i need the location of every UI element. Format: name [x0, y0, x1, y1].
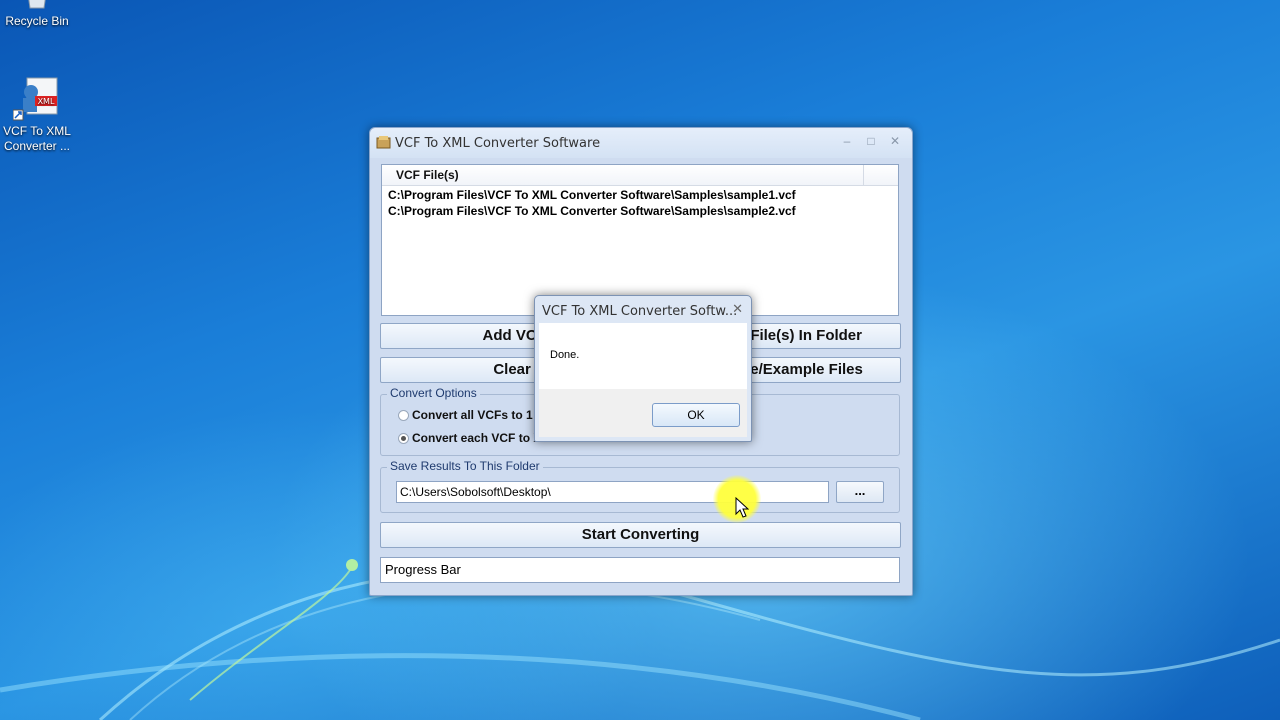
vcf-xml-app-icon: XML [13, 77, 58, 121]
mouse-pointer-icon [735, 497, 749, 518]
minimize-button[interactable]: – [836, 132, 858, 150]
convert-options-legend: Convert Options [387, 386, 480, 400]
desktop-icon-vcf-to-xml[interactable]: XML VCF To XML Converter ... [0, 76, 74, 154]
maximize-button[interactable]: □ [860, 132, 882, 150]
vcf-icon-label-line1: VCF To XML [3, 124, 71, 138]
column-separator [863, 165, 864, 185]
vcf-icon-label-line2: Converter ... [3, 139, 71, 153]
dialog-title: VCF To XML Converter Softw... [542, 304, 738, 319]
window-title: VCF To XML Converter Software [395, 136, 601, 151]
radio-convert-each[interactable] [398, 433, 409, 444]
dialog-body: Done. [539, 323, 747, 389]
list-item[interactable]: C:\Program Files\VCF To XML Converter So… [388, 188, 796, 202]
dialog-message: Done. [550, 349, 580, 361]
progress-bar: Progress Bar [380, 557, 900, 583]
recycle-bin-icon [28, 0, 46, 9]
output-folder-input[interactable]: C:\Users\Sobolsoft\Desktop\ [396, 481, 829, 503]
svg-text:XML: XML [38, 97, 55, 106]
recycle-bin-label: Recycle Bin [5, 14, 69, 28]
done-dialog: VCF To XML Converter Softw... ✕ Done. OK [534, 295, 752, 442]
browse-folder-button[interactable]: ... [836, 481, 884, 503]
radio-label-convert-each[interactable]: Convert each VCF to X [412, 431, 541, 445]
file-list-header[interactable]: VCF File(s) [382, 165, 898, 186]
save-results-legend: Save Results To This Folder [387, 459, 543, 473]
close-button[interactable]: ✕ [884, 132, 906, 150]
radio-convert-all-to-one[interactable] [398, 410, 409, 421]
window-titlebar[interactable]: VCF To XML Converter Software – □ ✕ [370, 128, 912, 158]
dialog-close-icon[interactable]: ✕ [732, 301, 743, 317]
vcf-file-list[interactable]: VCF File(s) C:\Program Files\VCF To XML … [381, 164, 899, 316]
app-icon [376, 136, 391, 149]
column-header-vcf-files[interactable]: VCF File(s) [396, 168, 459, 182]
save-results-group: Save Results To This Folder C:\Users\Sob… [380, 459, 900, 513]
radio-label-convert-all[interactable]: Convert all VCFs to 1 X [412, 408, 544, 422]
desktop-icon-recycle-bin[interactable]: Recycle Bin [0, 0, 74, 29]
ok-button[interactable]: OK [652, 403, 740, 427]
start-converting-button[interactable]: Start Converting [380, 522, 901, 548]
list-item[interactable]: C:\Program Files\VCF To XML Converter So… [388, 204, 796, 218]
